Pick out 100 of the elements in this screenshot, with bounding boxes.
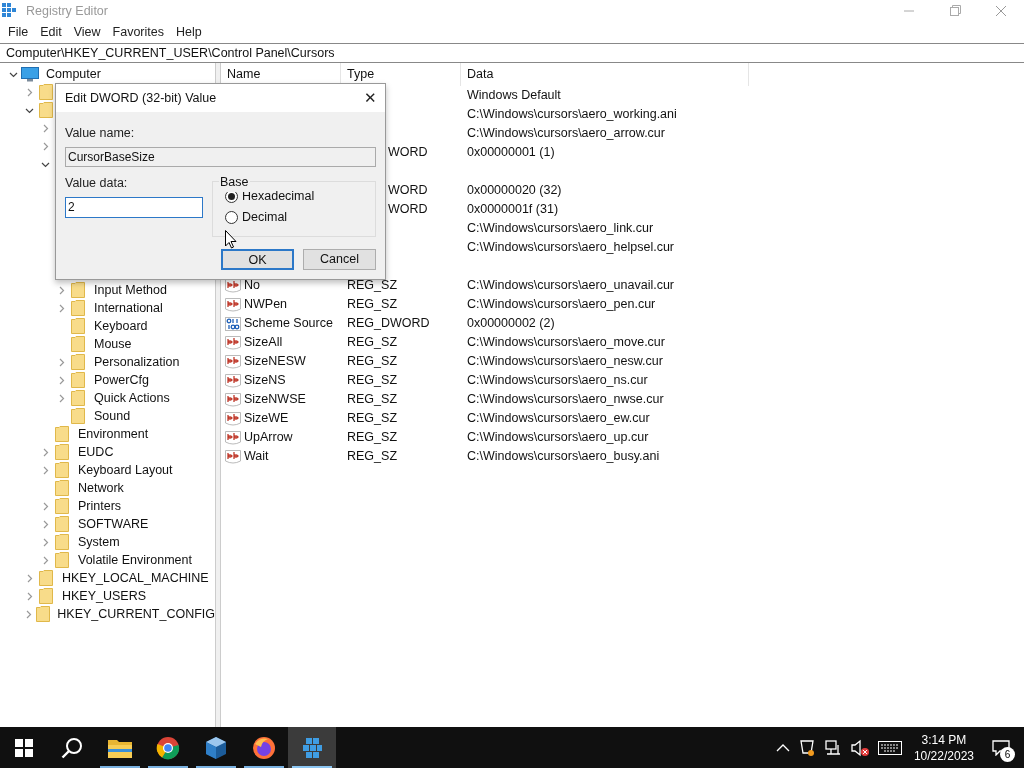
value-data: 0x00000001 (1) bbox=[467, 145, 555, 160]
tree-item[interactable]: Keyboard Layout bbox=[74, 460, 173, 480]
tree-item[interactable]: Keyboard bbox=[90, 316, 148, 336]
tree-item[interactable]: Environment bbox=[74, 424, 149, 444]
value-type: REG_SZ bbox=[347, 278, 397, 293]
message-icon bbox=[992, 739, 1010, 756]
folder-icon bbox=[36, 606, 51, 622]
value-name[interactable]: SizeNS bbox=[244, 371, 286, 390]
value-data: C:\Windows\cursors\aero_up.cur bbox=[467, 430, 649, 445]
tree-item[interactable]: HKEY_LOCAL_MACHINE bbox=[58, 568, 209, 588]
clock-date[interactable]: 10/22/2023 bbox=[913, 747, 974, 764]
value-name-field[interactable]: CursorBaseSize bbox=[65, 146, 376, 167]
notification-button[interactable]: 6 bbox=[986, 732, 1016, 763]
tree-item[interactable]: Quick Actions bbox=[90, 388, 170, 408]
tree-item[interactable]: Input Method bbox=[90, 280, 167, 300]
value-name[interactable]: Wait bbox=[244, 447, 269, 466]
value-name[interactable]: No bbox=[244, 276, 260, 295]
tree-item[interactable]: System bbox=[74, 532, 120, 552]
radio-empty-icon[interactable] bbox=[225, 211, 238, 225]
tree-item[interactable]: Network bbox=[74, 478, 124, 498]
windows-logo-icon bbox=[15, 738, 33, 757]
value-type: REG_SZ bbox=[347, 373, 397, 388]
field-label: Value name: bbox=[65, 125, 136, 142]
value-name[interactable]: Scheme Source bbox=[244, 314, 333, 333]
value-data-field[interactable]: 2 bbox=[65, 196, 203, 218]
folder-icon bbox=[39, 84, 53, 100]
chevron-right-icon[interactable] bbox=[24, 609, 33, 619]
value-type: REG_SZ bbox=[347, 449, 397, 464]
value-data: C:\Windows\cursors\aero_working.ani bbox=[467, 107, 677, 122]
tree-item[interactable]: SOFTWARE bbox=[74, 514, 149, 534]
folder-icon bbox=[71, 300, 85, 316]
folder-icon bbox=[71, 282, 85, 298]
taskbar-button[interactable] bbox=[288, 727, 336, 768]
tree-item[interactable]: Computer bbox=[42, 64, 101, 84]
tree-item[interactable]: Personalization bbox=[90, 352, 180, 372]
value-data: C:\Windows\cursors\aero_ns.cur bbox=[467, 373, 648, 388]
value-data: Windows Default bbox=[467, 88, 561, 103]
tree-item[interactable]: Mouse bbox=[90, 334, 132, 354]
value-type: REG_SZ bbox=[347, 335, 397, 350]
folder-icon bbox=[39, 102, 53, 118]
value-data: C:\Windows\cursors\aero_arrow.cur bbox=[467, 126, 665, 141]
string-value-icon bbox=[225, 354, 241, 369]
close-button[interactable]: ✕ bbox=[355, 84, 385, 112]
dialog-button[interactable]: Cancel bbox=[303, 248, 376, 270]
value-type: REG_SZ bbox=[347, 411, 397, 426]
value-data: C:\Windows\cursors\aero_busy.ani bbox=[467, 449, 660, 464]
folder-icon bbox=[55, 498, 69, 514]
value-data: 0x00000002 (2) bbox=[467, 316, 555, 331]
computer-icon bbox=[21, 66, 39, 82]
value-name[interactable]: SizeNWSE bbox=[244, 390, 306, 409]
menu-item[interactable]: Help bbox=[171, 23, 207, 42]
radio-option[interactable]: Decimal bbox=[225, 208, 375, 227]
value-name[interactable]: NWPen bbox=[244, 295, 288, 314]
value-name[interactable]: SizeNESW bbox=[244, 352, 306, 371]
registry-cubes-icon bbox=[2, 3, 18, 19]
mouse-pointer-icon bbox=[225, 230, 237, 249]
value-name[interactable]: SizeAll bbox=[244, 333, 283, 352]
tree-item[interactable]: Sound bbox=[90, 406, 131, 426]
folder-icon bbox=[71, 318, 85, 334]
menu-item[interactable]: File bbox=[3, 23, 34, 42]
registry-cubes-icon bbox=[300, 735, 324, 760]
folder-icon bbox=[71, 390, 85, 406]
value-data: C:\Windows\cursors\aero_nwse.cur bbox=[467, 392, 664, 407]
folder-icon bbox=[55, 444, 69, 460]
value-data: C:\Windows\cursors\aero_nesw.cur bbox=[467, 354, 663, 369]
tree-item[interactable]: Printers bbox=[74, 496, 122, 516]
keyboard-icon[interactable] bbox=[877, 740, 902, 755]
value-name[interactable]: SizeWE bbox=[244, 409, 289, 428]
folder-icon bbox=[55, 516, 69, 532]
menu-item[interactable]: Edit bbox=[35, 23, 67, 42]
value-name[interactable]: UpArrow bbox=[244, 428, 293, 447]
menu-item[interactable]: View bbox=[68, 23, 106, 42]
value-data: C:\Windows\cursors\aero_ew.cur bbox=[467, 411, 650, 426]
tree-item[interactable]: HKEY_CURRENT_CONFIG bbox=[53, 604, 215, 624]
value-type: REG_SZ bbox=[347, 430, 397, 445]
value-data: C:\Windows\cursors\aero_link.cur bbox=[467, 221, 654, 236]
value-type: REG_SZ bbox=[347, 354, 397, 369]
string-value-icon bbox=[225, 297, 241, 312]
tree-item[interactable]: HKEY_USERS bbox=[58, 586, 147, 606]
chevron-up-icon[interactable] bbox=[775, 742, 790, 753]
binary-value-icon bbox=[225, 316, 241, 331]
clock-time[interactable]: 3:14 PM bbox=[921, 731, 967, 748]
network-icon[interactable] bbox=[823, 738, 842, 757]
address-bar[interactable]: Computer\HKEY_CURRENT_USER\Control Panel\Cursors bbox=[0, 43, 1024, 63]
folder-icon bbox=[55, 534, 69, 550]
tree-item[interactable]: Volatile Environment bbox=[74, 550, 192, 570]
value-data: C:\Windows\cursors\aero_unavail.cur bbox=[467, 278, 675, 293]
value-data: C:\Windows\cursors\aero_pen.cur bbox=[467, 297, 656, 312]
value-data: C:\Windows\cursors\aero_helpsel.cur bbox=[467, 240, 675, 255]
menu-item[interactable]: Favorites bbox=[107, 23, 169, 42]
tree-item[interactable]: EUDC bbox=[74, 442, 114, 462]
value-data: 0x0000001f (31) bbox=[467, 202, 559, 217]
tree-item[interactable]: International bbox=[90, 298, 163, 318]
folder-icon bbox=[39, 570, 53, 586]
tree-item[interactable]: PowerCfg bbox=[90, 370, 149, 390]
column-header[interactable]: Data bbox=[461, 63, 749, 86]
dialog-button[interactable]: OK bbox=[221, 248, 294, 270]
notification-count: 6 bbox=[1000, 746, 1015, 762]
string-value-icon bbox=[225, 449, 241, 464]
volume-muted-icon[interactable] bbox=[849, 738, 870, 757]
